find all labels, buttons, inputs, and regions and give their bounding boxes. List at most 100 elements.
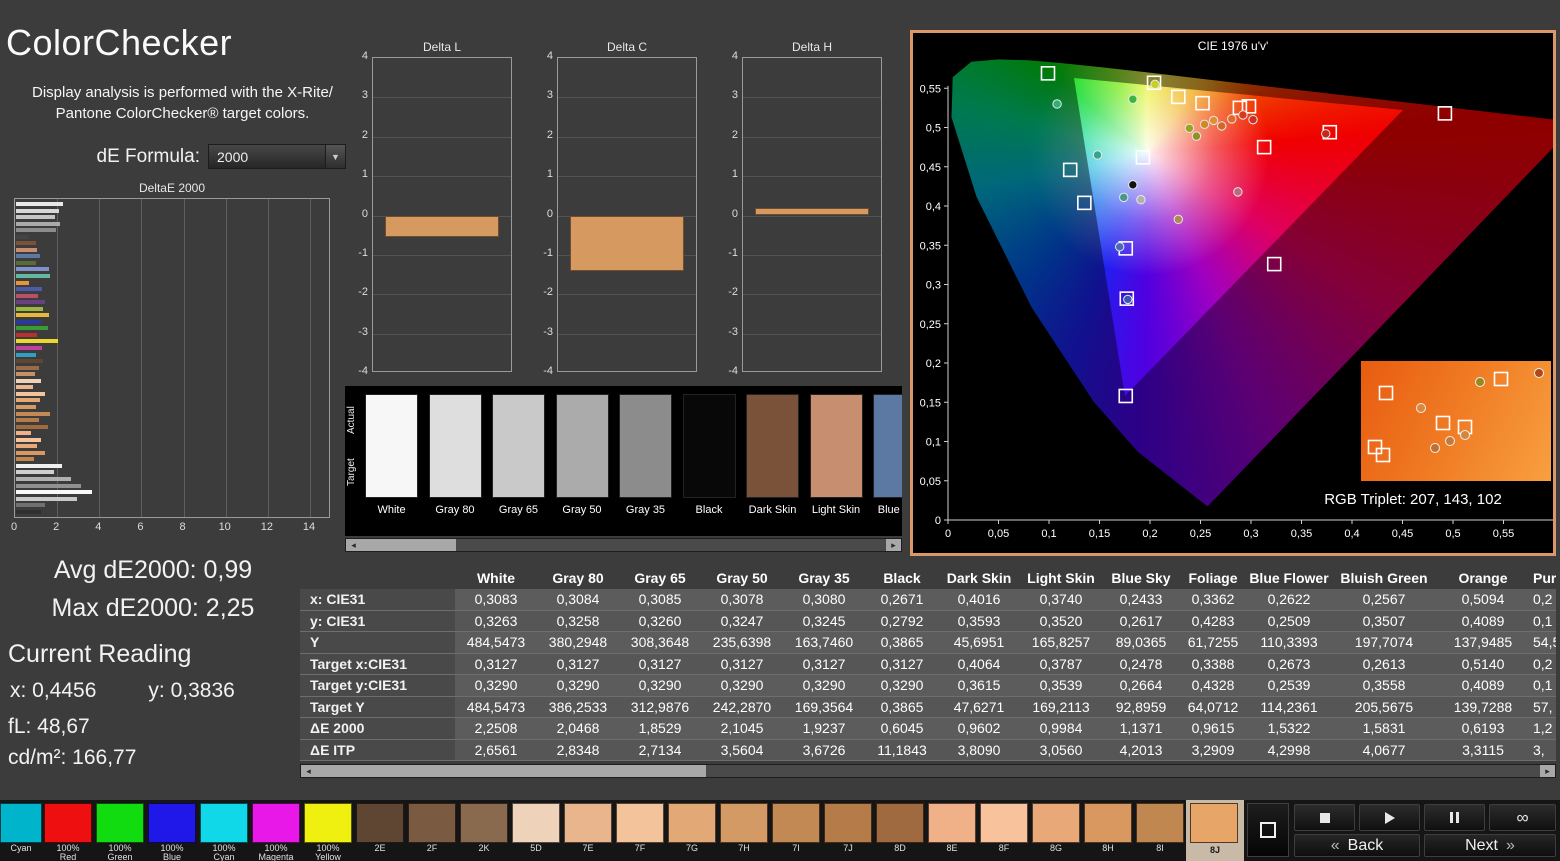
- table-cell: 3,3115: [1462, 741, 1504, 758]
- axis-tick-label: 3: [546, 89, 553, 102]
- table-cell: 0,4016: [957, 591, 1001, 608]
- color-patch[interactable]: [1084, 803, 1132, 843]
- color-patch[interactable]: [252, 803, 300, 843]
- scrollbar-track[interactable]: [316, 765, 1540, 777]
- deltae-bar: [16, 228, 57, 233]
- table-cell: 484,5473: [466, 634, 526, 651]
- table-cell: 0,3127: [638, 655, 682, 672]
- color-patch[interactable]: [96, 803, 144, 843]
- axis-tick-label: 0,3: [1243, 528, 1258, 540]
- color-patch[interactable]: [512, 803, 560, 843]
- axis-tick-label: 0,55: [1493, 528, 1514, 540]
- max-de2000: Max dE2000: 2,25: [51, 594, 255, 622]
- next-button[interactable]: Next »: [1424, 834, 1556, 857]
- scroll-left-button[interactable]: ◂: [301, 765, 316, 777]
- row-label: x: CIE31: [300, 589, 455, 610]
- stop-button[interactable]: [1294, 804, 1355, 831]
- axis-tick-label: 1: [731, 168, 738, 181]
- table-row: ΔE ITP 2,6561 2,8348 2,7134 3,5604 3,6726 11,1…: [300, 739, 1556, 761]
- axis-tick-label: 14: [302, 521, 316, 533]
- color-patch[interactable]: [876, 803, 924, 843]
- table-cell: 54,5: [1533, 634, 1556, 651]
- scroll-right-button[interactable]: ▸: [886, 539, 901, 551]
- axis-tick-label: -4: [728, 365, 738, 377]
- table-cell: 1,2: [1533, 720, 1553, 737]
- color-patch[interactable]: [200, 803, 248, 843]
- pattern-window-button[interactable]: [1247, 803, 1289, 857]
- axis-tick-label: 1: [361, 168, 368, 181]
- description-line1: Display analysis is performed with the X…: [32, 84, 333, 101]
- color-patch[interactable]: [668, 803, 716, 843]
- scroll-left-button[interactable]: ◂: [346, 539, 361, 551]
- color-patch[interactable]: [460, 803, 508, 843]
- chart-title: Delta H: [791, 40, 832, 54]
- scrollbar-track[interactable]: [361, 539, 886, 551]
- delta-bar: [385, 215, 499, 238]
- color-patch[interactable]: [564, 803, 612, 843]
- play-button[interactable]: [1359, 804, 1420, 831]
- color-patch[interactable]: [772, 803, 820, 843]
- swatch-label: Light Skin: [811, 504, 861, 516]
- deltae-bar: [16, 431, 31, 436]
- grid-line: [558, 136, 696, 138]
- cie-measured-dot: [1115, 242, 1125, 252]
- axis-tick-label: 0: [935, 515, 941, 527]
- color-patch[interactable]: [148, 803, 196, 843]
- grid-line: [373, 136, 511, 138]
- color-patch[interactable]: [720, 803, 768, 843]
- axis-tick-label: 3: [361, 89, 368, 102]
- description-line2: Pantone ColorChecker® target colors.: [55, 105, 310, 122]
- cie-measured-dot: [1445, 436, 1455, 446]
- scrollbar-thumb[interactable]: [316, 765, 706, 777]
- color-swatch: [365, 394, 418, 498]
- continuous-button[interactable]: ∞: [1489, 804, 1556, 831]
- current-xy-readout: x: 0,4456 y: 0,3836: [10, 679, 235, 703]
- table-cell: 1,1371: [1119, 720, 1163, 737]
- deltae-bar: [16, 274, 50, 279]
- back-button[interactable]: « Back: [1294, 834, 1420, 857]
- deltae-bar: [16, 437, 42, 442]
- axis-tick-label: 0,3: [926, 280, 941, 292]
- table-cell: 0,2613: [1362, 655, 1406, 672]
- patch-label: 7H: [738, 843, 750, 853]
- color-patch[interactable]: [1136, 803, 1184, 843]
- scrollbar-thumb[interactable]: [361, 539, 456, 551]
- color-patch[interactable]: [616, 803, 664, 843]
- color-patch[interactable]: [0, 803, 42, 843]
- color-patch[interactable]: [1032, 803, 1080, 843]
- color-patch[interactable]: [928, 803, 976, 843]
- table-cell: 0,3290: [556, 677, 600, 694]
- swatch-label: Gray 65: [498, 504, 539, 516]
- scroll-right-button[interactable]: ▸: [1540, 765, 1555, 777]
- deltae-bar: [16, 365, 40, 370]
- swatch-label: Gray 50: [562, 504, 602, 516]
- color-patch[interactable]: [44, 803, 92, 843]
- axis-tick-label: 12: [260, 521, 273, 533]
- table-cell: 484,5473: [466, 698, 526, 715]
- deltae-bar: [16, 496, 78, 501]
- pause-button[interactable]: [1424, 804, 1485, 831]
- patch-label: 2K: [478, 843, 490, 853]
- selected-patch[interactable]: 8J: [1186, 800, 1244, 861]
- pattern-toolbar: Cyan 100% Red 100% Green 100% Blue 100% Cyan…: [0, 800, 1560, 861]
- column-header: Blue Flower: [1249, 569, 1329, 586]
- color-patch[interactable]: [824, 803, 872, 843]
- de-formula-dropdown[interactable]: 2000 ▼: [208, 144, 346, 169]
- rgb-triplet-readout: RGB Triplet: 207, 143, 102: [1324, 491, 1502, 508]
- axis-tick-label: -3: [358, 325, 368, 338]
- deltae-bar: [16, 346, 43, 351]
- color-patch[interactable]: [980, 803, 1028, 843]
- table-cell: 0,3290: [802, 677, 846, 694]
- axis-tick-label: -1: [543, 246, 553, 259]
- table-cell: 0,3865: [880, 698, 924, 715]
- table-cell: 92,8959: [1115, 698, 1167, 715]
- axis-tick-label: -1: [358, 246, 368, 259]
- color-patch[interactable]: [356, 803, 404, 843]
- color-patch[interactable]: [304, 803, 352, 843]
- deltae-bar: [16, 490, 92, 495]
- patch-label: 100% Red: [56, 843, 80, 861]
- color-patch[interactable]: [408, 803, 456, 843]
- axis-tick-label: 0,1: [1041, 528, 1056, 540]
- cie-measured-dot: [1199, 119, 1210, 130]
- grid-line: [373, 176, 511, 178]
